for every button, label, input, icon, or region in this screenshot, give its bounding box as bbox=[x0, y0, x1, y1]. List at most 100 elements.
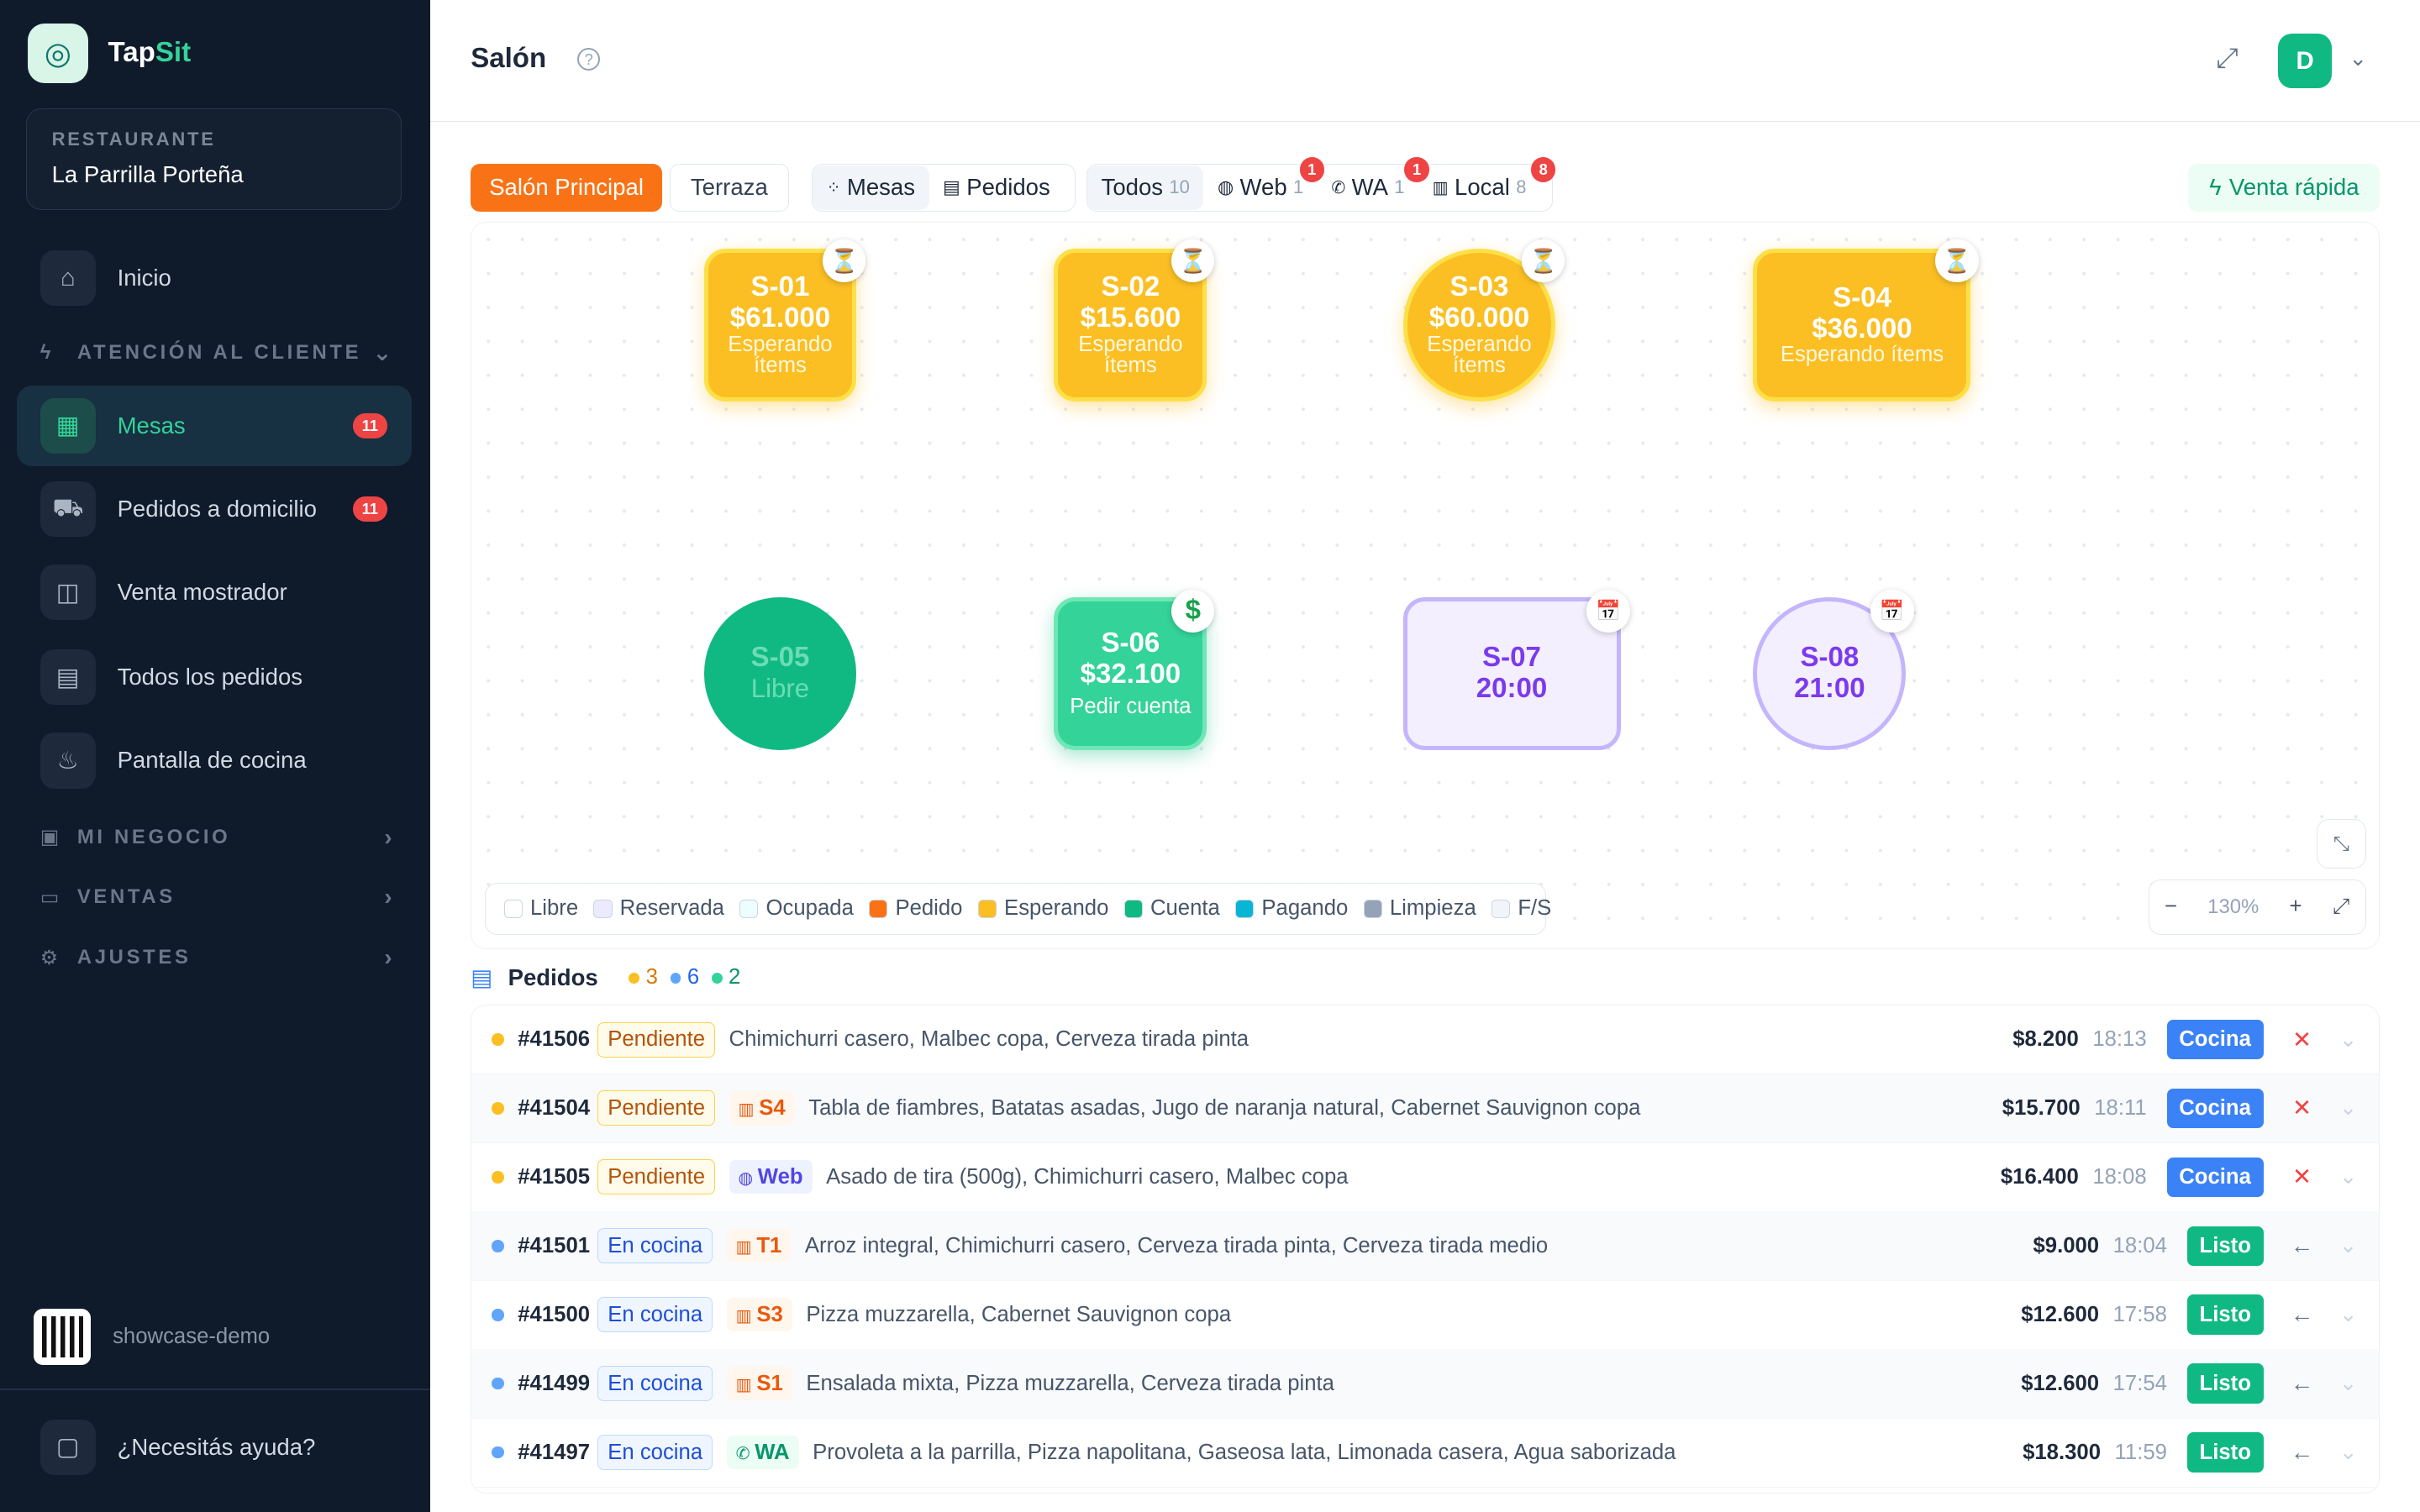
section-label: ATENCIÓN AL CLIENTE bbox=[76, 341, 362, 365]
table-id: S-01 bbox=[750, 271, 810, 303]
order-number: #41506 bbox=[518, 1027, 591, 1051]
chevron-down-icon[interactable]: ⌄ bbox=[2331, 1440, 2365, 1465]
fullscreen-icon[interactable]: ⤢ bbox=[2216, 43, 2238, 75]
ready-button[interactable]: Listo bbox=[2186, 1294, 2264, 1335]
sidebar-item-mesas[interactable]: ▦ Mesas 11 bbox=[17, 386, 413, 466]
table-status: Pedir cuenta bbox=[1070, 695, 1192, 719]
filter-wa[interactable]: ✆ WA 1 bbox=[1318, 165, 1418, 210]
ready-button[interactable]: Listo bbox=[2186, 1432, 2264, 1473]
chart-icon: ▥ bbox=[1432, 178, 1449, 197]
arrow-left-icon[interactable]: ← bbox=[2285, 1439, 2318, 1466]
legend-item: Ocupada bbox=[739, 896, 854, 921]
restaurant-selector[interactable]: RESTAURANTE La Parrilla Porteña bbox=[26, 108, 402, 210]
chevron-down-icon[interactable]: ⌄ bbox=[2331, 1302, 2365, 1327]
account-row[interactable]: showcase-demo bbox=[34, 1308, 270, 1366]
table-row[interactable]: #41497 En cocina ✆ WA Provoleta a la parril… bbox=[471, 1418, 2380, 1488]
sidebar-item-pantalla-cocina[interactable]: ♨ Pantalla de cocina bbox=[17, 721, 412, 801]
table-status: Esperando ítems bbox=[728, 332, 833, 378]
chevron-down-icon[interactable]: ⌄ bbox=[2331, 1371, 2365, 1396]
table-row[interactable]: #41501 En cocina ▥ T1 Arroz integral, Chimi… bbox=[471, 1211, 2380, 1282]
chat-icon: ▢ bbox=[39, 1419, 96, 1475]
hourglass-icon: ⏳ bbox=[822, 239, 866, 283]
avatar[interactable]: D bbox=[2277, 34, 2333, 88]
arrow-left-icon[interactable]: ← bbox=[2285, 1301, 2318, 1328]
table-id: S-08 bbox=[1800, 641, 1860, 673]
chevron-down-icon[interactable]: ⌄ bbox=[2331, 1095, 2365, 1121]
ready-button[interactable]: Listo bbox=[2186, 1363, 2264, 1404]
calendar-icon: 📅 bbox=[1870, 589, 1914, 633]
close-icon[interactable]: ✕ bbox=[2285, 1026, 2318, 1053]
section-atencion[interactable]: ϟ ATENCIÓN AL CLIENTE ⌄ bbox=[40, 339, 395, 366]
wa-badge: 1 bbox=[1404, 157, 1429, 182]
status-dot bbox=[492, 1239, 504, 1252]
section-mi-negocio[interactable]: ▣ MI NEGOCIO › bbox=[40, 824, 395, 851]
source-icon: ▥ bbox=[735, 1237, 757, 1257]
legend-label: Pagando bbox=[1261, 896, 1349, 921]
brand-logo[interactable]: ◎ TapSit bbox=[28, 23, 192, 84]
view-pedidos-button[interactable]: ▤ Pedidos bbox=[929, 165, 1065, 210]
venta-rapida-button[interactable]: ϟ Venta rápida bbox=[2188, 163, 2381, 212]
arrow-left-icon[interactable]: ← bbox=[2285, 1232, 2318, 1259]
sidebar-item-inicio[interactable]: ⌂ Inicio bbox=[17, 238, 412, 318]
send-kitchen-button[interactable]: Cocina bbox=[2166, 1157, 2264, 1197]
sidebar-item-pedidos-domicilio[interactable]: ⛟ Pedidos a domicilio 11 bbox=[17, 469, 412, 549]
section-ajustes[interactable]: ⚙ AJUSTES › bbox=[40, 944, 395, 971]
status-dot bbox=[492, 1446, 504, 1459]
view-mesas-button[interactable]: ⁘ Mesas bbox=[813, 165, 929, 210]
order-items: Provoleta a la parrilla, Pizza napolitan… bbox=[813, 1440, 1676, 1464]
zoom-control: − 130% + ⤢ bbox=[2148, 879, 2366, 936]
filter-todos[interactable]: Todos 10 bbox=[1087, 165, 1204, 210]
table-row[interactable]: #41500 En cocina ▥ S3 Pizza muzzarella, Cab… bbox=[471, 1280, 2380, 1350]
legend-item: Libre bbox=[503, 896, 578, 921]
send-kitchen-button[interactable]: Cocina bbox=[2166, 1019, 2264, 1060]
sidebar-item-todos-pedidos[interactable]: ▤ Todos los pedidos bbox=[17, 638, 412, 718]
zoom-out-button[interactable]: − bbox=[2165, 895, 2177, 919]
chevron-down-icon[interactable]: ⌄ bbox=[2331, 1233, 2365, 1258]
order-time: 18:11 bbox=[2094, 1095, 2147, 1120]
status-dot bbox=[492, 1308, 504, 1321]
order-number: #41499 bbox=[518, 1371, 591, 1395]
gear-icon: ⚙ bbox=[39, 946, 61, 969]
arrow-left-icon[interactable]: ← bbox=[2285, 1370, 2318, 1397]
collapse-icon[interactable]: ⤡ bbox=[2316, 819, 2366, 869]
chevron-down-icon[interactable]: ⌄ bbox=[2349, 46, 2367, 71]
sidebar-item-label: Venta mostrador bbox=[117, 579, 287, 606]
brand-name-b: Sit bbox=[155, 37, 192, 69]
close-icon[interactable]: ✕ bbox=[2285, 1163, 2318, 1190]
store-icon: ▦ bbox=[39, 397, 96, 454]
count-ready-value: 2 bbox=[728, 965, 741, 990]
sidebar-item-venta-mostrador[interactable]: ◫ Venta mostrador bbox=[17, 553, 412, 633]
clipboard-icon: ▤ bbox=[39, 649, 96, 706]
help-link[interactable]: ▢ ¿Necesitás ayuda? bbox=[39, 1419, 315, 1475]
source-label: T1 bbox=[756, 1233, 782, 1257]
source-icon: ▥ bbox=[735, 1306, 757, 1326]
table-row[interactable]: #41504 Pendiente ▥ S4 Tabla de fiambres, Ba… bbox=[471, 1074, 2380, 1144]
chevron-down-icon[interactable]: ⌄ bbox=[2331, 1164, 2365, 1189]
send-kitchen-button[interactable]: Cocina bbox=[2166, 1088, 2264, 1129]
table-row[interactable]: #41505 Pendiente ◍ Web Asado de tira (500g)… bbox=[471, 1143, 2380, 1213]
legend-item: Pagando bbox=[1235, 896, 1348, 921]
fit-screen-icon[interactable]: ⤢ bbox=[2333, 895, 2350, 920]
filter-local[interactable]: ▥ Local 8 bbox=[1418, 165, 1540, 210]
table-reservation-time: 21:00 bbox=[1794, 672, 1865, 704]
status-dot bbox=[492, 1170, 504, 1184]
table-s05[interactable]: S-05 Libre bbox=[703, 596, 857, 750]
chevron-down-icon[interactable]: ⌄ bbox=[2331, 1027, 2365, 1053]
help-circle-icon[interactable]: ? bbox=[576, 47, 601, 71]
ready-button[interactable]: Listo bbox=[2186, 1226, 2264, 1266]
legend-swatch bbox=[503, 899, 523, 918]
globe-icon: ◍ bbox=[1217, 176, 1234, 198]
tab-salon-principal[interactable]: Salón Principal bbox=[471, 163, 662, 212]
order-total: $16.400 bbox=[2000, 1164, 2079, 1189]
delivery-icon: ⛟ bbox=[39, 481, 96, 538]
legend-item: Reservada bbox=[593, 896, 724, 921]
tab-terraza[interactable]: Terraza bbox=[670, 163, 789, 212]
table-row[interactable]: #41499 En cocina ▥ S1 Ensalada mixta, Pizza… bbox=[471, 1349, 2380, 1419]
zoom-in-button[interactable]: + bbox=[2290, 895, 2302, 919]
table-row[interactable]: #41506 Pendiente Chimichurri casero, Malbe… bbox=[471, 1005, 2380, 1075]
close-icon[interactable]: ✕ bbox=[2285, 1095, 2318, 1121]
status-dot bbox=[492, 1033, 504, 1046]
source-label: S4 bbox=[759, 1095, 786, 1120]
section-ventas[interactable]: ▭ VENTAS › bbox=[40, 884, 395, 911]
legend-item: Esperando bbox=[977, 896, 1108, 921]
